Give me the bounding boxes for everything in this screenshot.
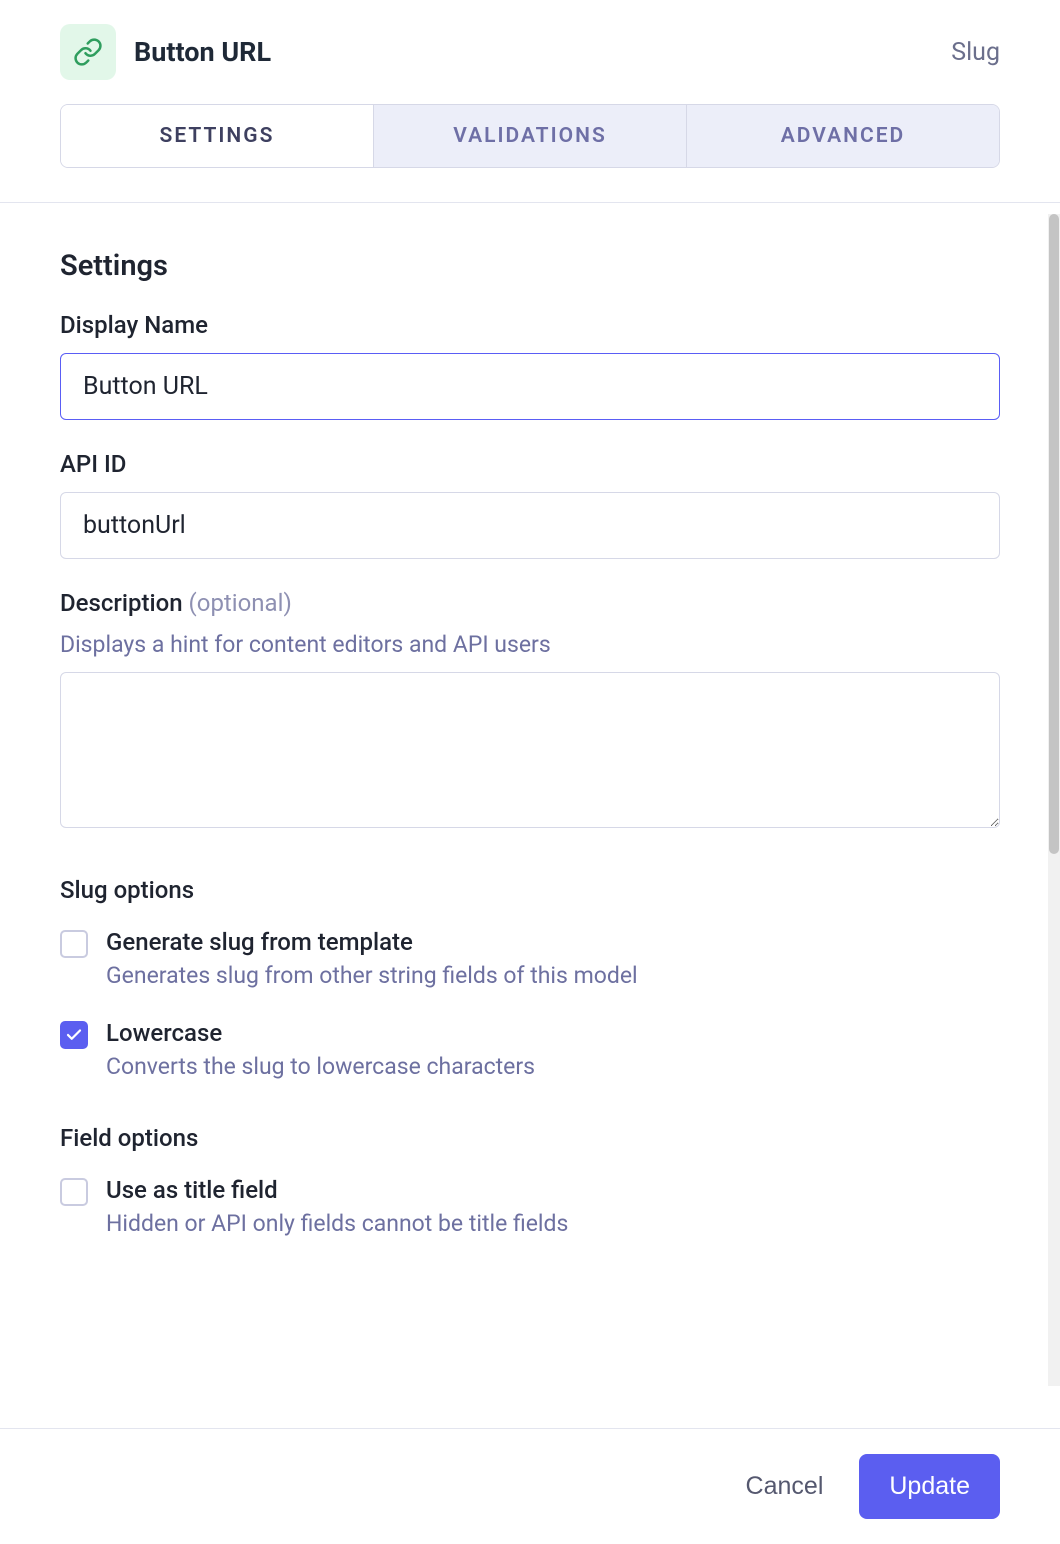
generate-slug-text: Generate slug from template Generates sl…: [106, 928, 1000, 989]
lowercase-label: Lowercase: [106, 1019, 1000, 1047]
title-field-checkbox[interactable]: [60, 1178, 88, 1206]
api-id-input[interactable]: [60, 492, 1000, 559]
field-api-id: API ID: [60, 450, 1000, 559]
option-lowercase: Lowercase Converts the slug to lowercase…: [60, 1019, 1000, 1080]
description-hint: Displays a hint for content editors and …: [60, 631, 1000, 658]
title-field-desc: Hidden or API only fields cannot be titl…: [106, 1210, 1000, 1237]
description-label: Description (optional): [60, 589, 1000, 617]
scrollbar-track: [1048, 214, 1060, 1386]
update-button[interactable]: Update: [859, 1454, 1000, 1519]
option-generate-slug: Generate slug from template Generates sl…: [60, 928, 1000, 989]
description-label-text: Description: [60, 589, 183, 617]
api-id-label: API ID: [60, 450, 1000, 478]
slug-options-title: Slug options: [60, 876, 1000, 904]
field-type-icon-box: [60, 24, 116, 80]
field-description: Description (optional) Displays a hint f…: [60, 589, 1000, 832]
link-icon: [73, 37, 103, 67]
display-name-input[interactable]: [60, 353, 1000, 420]
field-title: Button URL: [134, 36, 271, 68]
lowercase-checkbox[interactable]: [60, 1021, 88, 1049]
header-left: Button URL: [60, 24, 271, 80]
section-title: Settings: [60, 249, 1000, 283]
cancel-button[interactable]: Cancel: [746, 1472, 824, 1501]
display-name-label: Display Name: [60, 311, 1000, 339]
tab-validations[interactable]: VALIDATIONS: [374, 105, 687, 167]
generate-slug-desc: Generates slug from other string fields …: [106, 962, 1000, 989]
title-field-text: Use as title field Hidden or API only fi…: [106, 1176, 1000, 1237]
generate-slug-label: Generate slug from template: [106, 928, 1000, 956]
modal-header: Button URL Slug: [0, 0, 1060, 96]
field-type-label: Slug: [951, 38, 1000, 67]
content-scroll-area[interactable]: Settings Display Name API ID Description…: [0, 203, 1060, 1375]
lowercase-desc: Converts the slug to lowercase character…: [106, 1053, 1000, 1080]
tab-settings[interactable]: SETTINGS: [61, 105, 374, 167]
description-optional: (optional): [189, 589, 292, 617]
tab-advanced[interactable]: ADVANCED: [687, 105, 999, 167]
field-options-title: Field options: [60, 1124, 1000, 1152]
generate-slug-checkbox[interactable]: [60, 930, 88, 958]
field-display-name: Display Name: [60, 311, 1000, 420]
scrollbar-thumb[interactable]: [1049, 214, 1059, 854]
lowercase-text: Lowercase Converts the slug to lowercase…: [106, 1019, 1000, 1080]
modal-footer: Cancel Update: [0, 1428, 1060, 1544]
title-field-label: Use as title field: [106, 1176, 1000, 1204]
option-title-field: Use as title field Hidden or API only fi…: [60, 1176, 1000, 1237]
tabs-bar: SETTINGS VALIDATIONS ADVANCED: [60, 104, 1000, 168]
description-input[interactable]: [60, 672, 1000, 828]
